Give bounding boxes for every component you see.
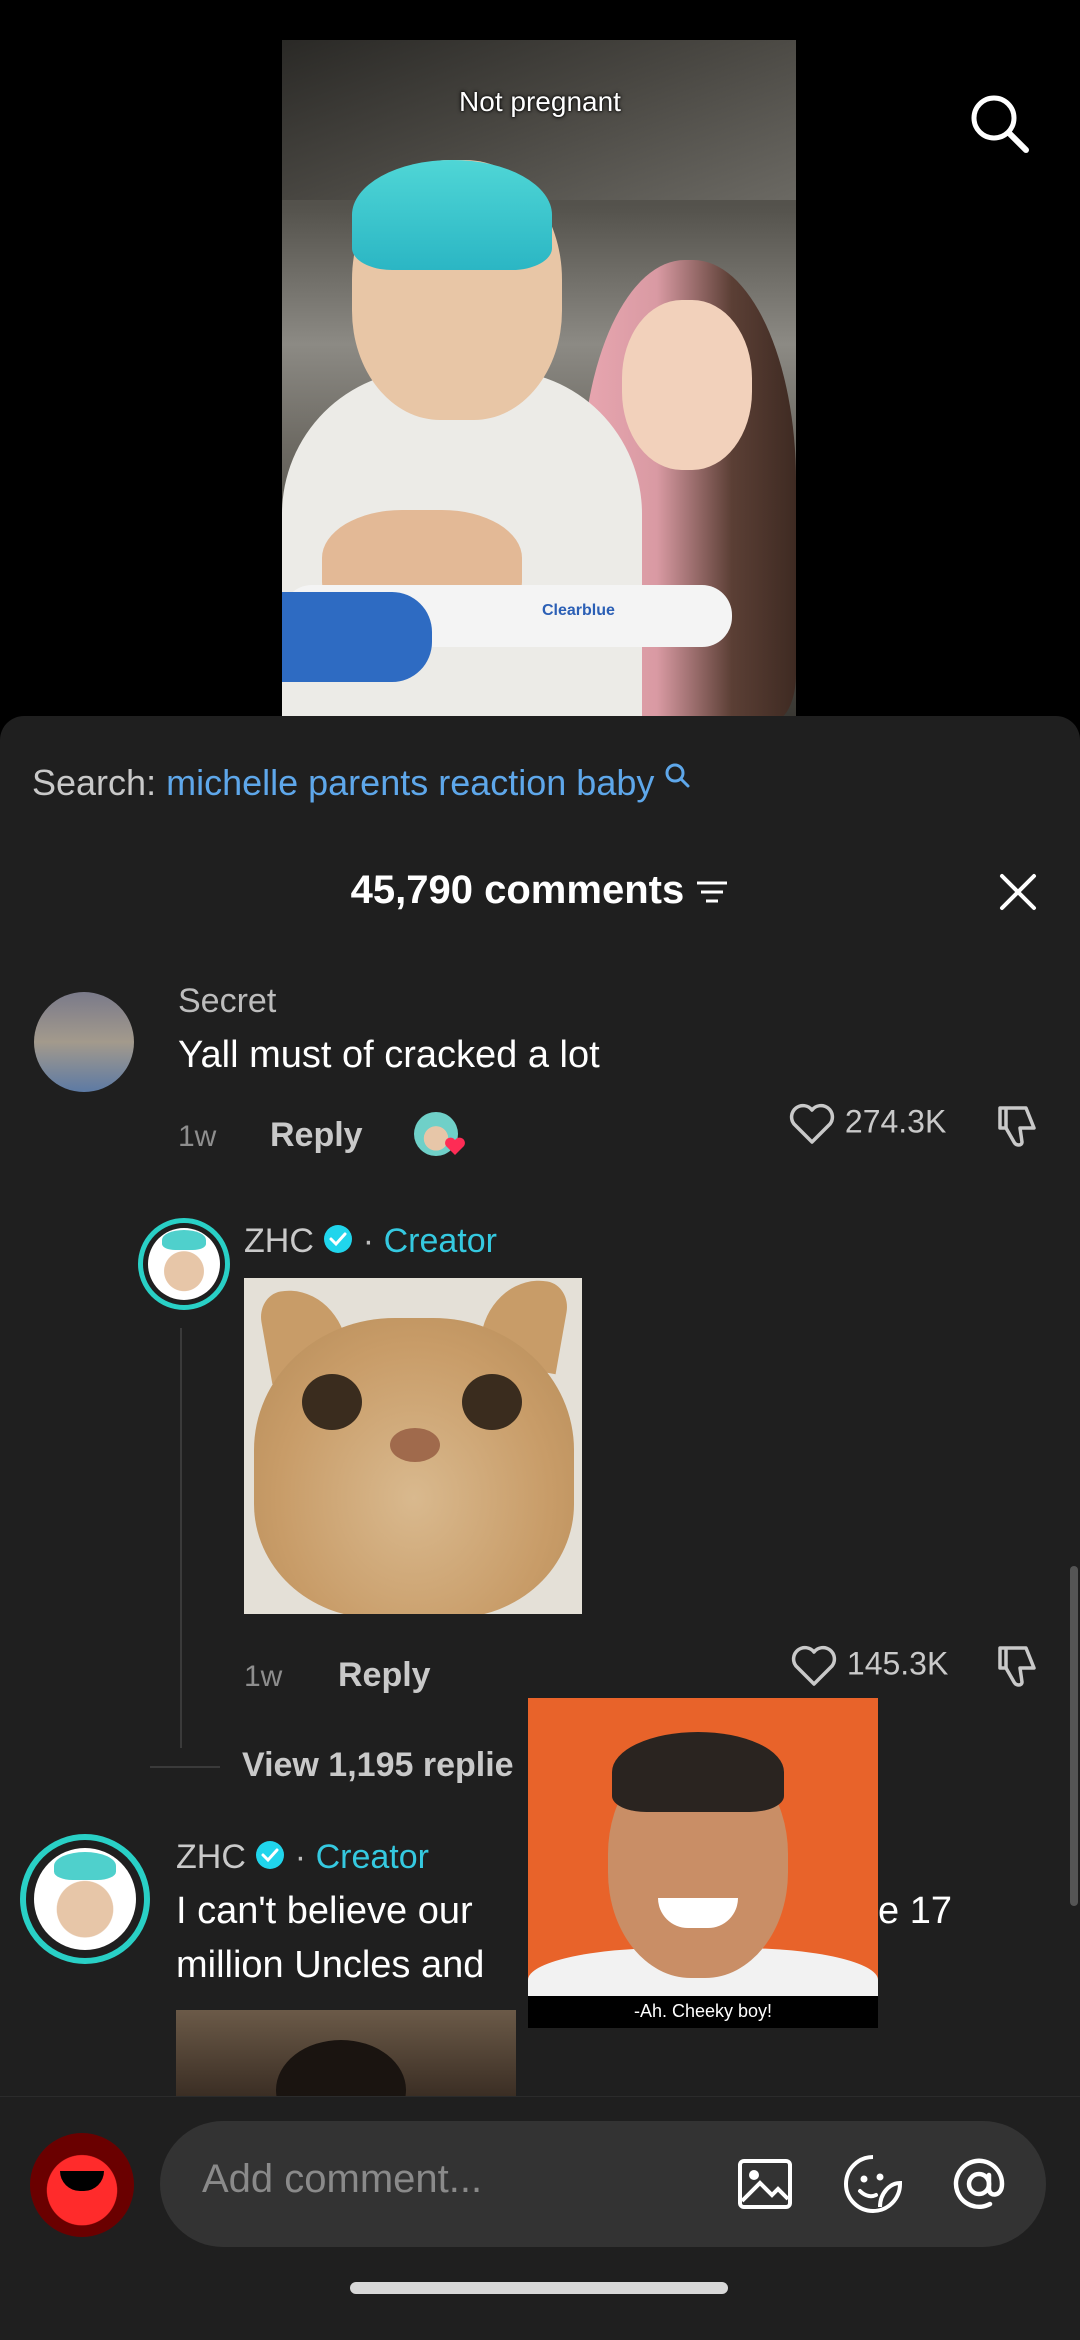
related-search-label: Search:: [32, 762, 157, 803]
creator-badge: Creator: [383, 1222, 497, 1260]
pip-caption: -Ah. Cheeky boy!: [528, 1996, 878, 2028]
pregnancy-test-cap: [282, 592, 432, 682]
search-small-icon: [664, 762, 690, 803]
avatar-hair: [162, 1230, 206, 1250]
dislike-icon[interactable]: [992, 1642, 1042, 1690]
heart-icon: [790, 1645, 838, 1686]
comment-text-line1-end[interactable]: e 17: [878, 1884, 952, 1938]
separator-dot: ·: [362, 1222, 375, 1260]
comment-text-line2[interactable]: million Uncles and: [176, 1938, 484, 1992]
video-background: [282, 40, 796, 200]
like-count: 274.3K: [844, 1103, 947, 1140]
cat-eye: [302, 1374, 362, 1430]
pregnancy-test-brand: Clearblue: [542, 602, 615, 619]
comment-count: 45,790 comments: [350, 868, 685, 912]
comment-text-line1[interactable]: I can't believe our: [176, 1884, 473, 1938]
cat-eye: [462, 1374, 522, 1430]
avatar-hair: [54, 1852, 116, 1880]
cat-sticker-image[interactable]: [244, 1278, 582, 1614]
my-avatar[interactable]: [30, 2133, 134, 2237]
thread-line: [180, 1328, 182, 1748]
home-indicator[interactable]: [350, 2282, 728, 2294]
view-replies-button[interactable]: View 1,195 replie: [242, 1746, 514, 1785]
video-frame[interactable]: Clearblue: [282, 40, 796, 716]
related-search-query[interactable]: michelle parents reaction baby: [166, 762, 654, 803]
comment-username-row[interactable]: ZHC · Creator: [176, 1838, 429, 1879]
close-icon[interactable]: [990, 864, 1046, 920]
comment-input[interactable]: Add comment...: [160, 2121, 1046, 2247]
verified-badge-icon: [323, 1224, 353, 1263]
reply-button[interactable]: Reply: [270, 1116, 363, 1155]
heart-icon: [788, 1103, 836, 1144]
cat-nose: [390, 1428, 440, 1462]
reply-username-row[interactable]: ZHC · Creator: [244, 1222, 497, 1263]
comment-composer: Add comment...: [0, 2096, 1080, 2340]
comment-image-thumbnail[interactable]: [176, 2010, 516, 2096]
image-icon[interactable]: [732, 2151, 798, 2217]
comment-username[interactable]: Secret: [178, 982, 276, 1021]
comment-age: 1w: [178, 1120, 217, 1153]
comment-text[interactable]: Yall must of cracked a lot: [178, 1028, 600, 1082]
avatar[interactable]: [34, 992, 134, 1092]
verified-badge-icon: [255, 1840, 285, 1879]
comment-username[interactable]: ZHC: [176, 1838, 246, 1876]
reply-button[interactable]: Reply: [338, 1656, 431, 1695]
related-search[interactable]: Search: michelle parents reaction baby: [32, 762, 690, 804]
pip-video-overlay[interactable]: -Ah. Cheeky boy!: [528, 1698, 878, 2028]
separator-dot: ·: [294, 1838, 307, 1876]
like-count: 145.3K: [846, 1645, 949, 1682]
video-area[interactable]: Clearblue Not pregnant: [0, 0, 1080, 716]
reply-age: 1w: [244, 1660, 283, 1693]
video-person-2-face: [622, 300, 752, 470]
thumbnail-figure: [276, 2040, 406, 2096]
comment-count-header: 45,790 comments: [0, 868, 1080, 913]
video-person-1-hair: [352, 160, 552, 270]
scrollbar[interactable]: [1070, 1566, 1078, 1906]
reply-username[interactable]: ZHC: [244, 1222, 314, 1260]
dislike-icon[interactable]: [992, 1102, 1042, 1150]
creator-badge: Creator: [315, 1838, 429, 1876]
pip-person-hair: [612, 1732, 784, 1812]
like-button[interactable]: 274.3K: [788, 1102, 946, 1146]
video-caption: Not pregnant: [459, 86, 621, 117]
mention-icon[interactable]: [946, 2151, 1012, 2217]
cat-face: [254, 1318, 574, 1614]
like-button[interactable]: 145.3K: [790, 1644, 948, 1688]
emoji-sticker-icon[interactable]: [840, 2151, 906, 2217]
replies-divider: [150, 1766, 220, 1768]
sort-filter-icon[interactable]: [695, 868, 729, 912]
comment-input-placeholder[interactable]: Add comment...: [202, 2157, 482, 2202]
heart-badge-icon: [444, 1136, 466, 1161]
